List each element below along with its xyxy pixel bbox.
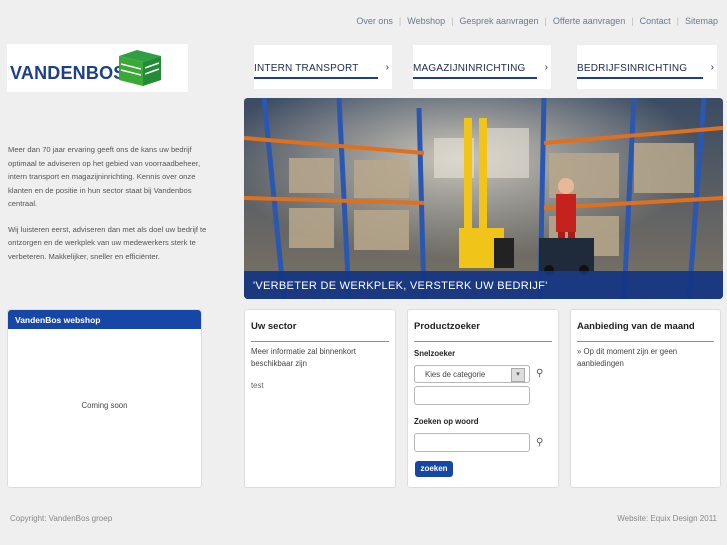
category-search-input[interactable] (414, 386, 530, 405)
webshop-status: Coming soon (81, 401, 128, 410)
topnav-contact[interactable]: Contact (640, 16, 671, 26)
topnav-gesprek-aanvragen[interactable]: Gesprek aanvragen (459, 16, 538, 26)
webshop-card: VandenBos webshop Coming soon (7, 309, 202, 488)
divider (251, 341, 389, 342)
nav-label: BEDRIJFSINRICHTING (577, 63, 688, 74)
word-search-input[interactable] (414, 433, 530, 452)
topnav-separator: | (451, 16, 454, 26)
sector-extra: test (251, 381, 264, 390)
aanbieding-title: Aanbieding van de maand (577, 321, 695, 332)
sector-title: Uw sector (251, 321, 297, 332)
topnav-separator: | (631, 16, 634, 26)
nav-underline (577, 77, 703, 79)
chevron-right-icon: › (710, 62, 714, 73)
nav-intern-transport[interactable]: INTERN TRANSPORT › (254, 45, 392, 89)
divider (414, 341, 552, 342)
nav-label: MAGAZIJNINRICHTING (413, 63, 526, 74)
nav-bedrijfsinrichting[interactable]: BEDRIJFSINRICHTING › (577, 45, 717, 89)
chevron-right-icon: › (385, 62, 389, 73)
nav-label: INTERN TRANSPORT (254, 63, 359, 74)
productzoeker-title: Productzoeker (414, 321, 480, 332)
hero-caption-bar: 'VERBETER DE WERKPLEK, VERSTERK UW BEDRI… (244, 271, 723, 299)
search-icon[interactable]: ⚲ (536, 437, 543, 448)
nav-underline (254, 77, 378, 79)
warehouse-forklift-image (244, 98, 723, 299)
logo-wordmark: VANDENBOS (10, 63, 126, 83)
chevron-right-icon: › (544, 62, 548, 73)
nav-underline (413, 77, 537, 79)
top-navigation: Over ons | Webshop | Gesprek aanvragen |… (356, 16, 718, 26)
topnav-sitemap[interactable]: Sitemap (685, 16, 718, 26)
search-icon[interactable]: ⚲ (536, 368, 543, 379)
intro-text: Meer dan 70 jaar ervaring geeft ons de k… (8, 143, 220, 275)
webshop-header: VandenBos webshop (8, 310, 201, 329)
sector-card: Uw sector Meer informatie zal binnenkort… (244, 309, 396, 488)
hero-banner: 'VERBETER DE WERKPLEK, VERSTERK UW BEDRI… (244, 98, 723, 299)
hero-caption: 'VERBETER DE WERKPLEK, VERSTERK UW BEDRI… (253, 280, 548, 292)
chevron-down-icon: ▾ (511, 368, 525, 382)
topnav-offerte-aanvragen[interactable]: Offerte aanvragen (553, 16, 625, 26)
intro-paragraph-1: Meer dan 70 jaar ervaring geeft ons de k… (8, 145, 201, 208)
aanbieding-text: » Op dit moment zijn er geen aanbiedinge… (577, 347, 678, 368)
category-select[interactable]: Kies de categorie ▾ (414, 365, 530, 383)
quick-search-label: Snelzoeker (414, 349, 456, 358)
site-logo[interactable]: VANDENBOS (7, 44, 188, 92)
topnav-over-ons[interactable]: Over ons (356, 16, 393, 26)
logo-box-icon (119, 50, 161, 86)
aanbieding-card: Aanbieding van de maand » Op dit moment … (570, 309, 721, 488)
topnav-separator: | (676, 16, 679, 26)
topnav-webshop[interactable]: Webshop (407, 16, 445, 26)
webshop-title: VandenBos webshop (15, 315, 101, 325)
word-search-label: Zoeken op woord (414, 417, 479, 426)
search-button[interactable]: zoeken (415, 461, 453, 477)
productzoeker-card: Productzoeker Snelzoeker Kies de categor… (407, 309, 559, 488)
divider (577, 341, 714, 342)
sector-text: Meer informatie zal binnenkort beschikba… (251, 347, 356, 368)
intro-paragraph-2: Wij luisteren eerst, adviseren dan met a… (8, 224, 207, 261)
topnav-separator: | (398, 16, 402, 26)
category-select-value: Kies de categorie (425, 370, 486, 379)
nav-magazijninrichting[interactable]: MAGAZIJNINRICHTING › (413, 45, 551, 89)
footer-copyright: Copyright: VandenBos groep (10, 514, 113, 523)
footer-credit[interactable]: Website: Equix Design 2011 (617, 514, 717, 523)
topnav-separator: | (544, 16, 547, 26)
